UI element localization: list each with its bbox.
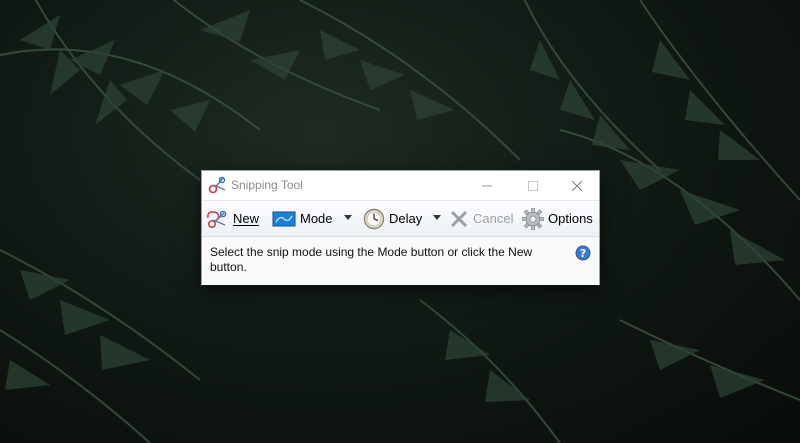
mode-rectangle-icon bbox=[272, 211, 296, 226]
instruction-text: Select the snip mode using the Mode butt… bbox=[210, 245, 533, 274]
desktop-wallpaper: Snipping Tool New Mode Delay Cancel Opti… bbox=[0, 0, 800, 443]
new-snip-scissors-icon bbox=[207, 210, 227, 228]
window-title: Snipping Tool bbox=[231, 178, 303, 192]
delay-button[interactable]: Delay bbox=[363, 201, 422, 236]
new-button-label: New bbox=[233, 211, 260, 226]
scissors-icon bbox=[208, 176, 226, 194]
close-icon bbox=[572, 180, 582, 191]
close-button[interactable] bbox=[554, 171, 600, 200]
mode-dropdown-arrow-icon[interactable] bbox=[344, 215, 352, 221]
mode-button-label: Mode bbox=[300, 211, 333, 226]
clock-icon bbox=[363, 208, 385, 229]
gear-icon bbox=[522, 207, 544, 230]
options-button-label: Options bbox=[548, 211, 593, 226]
cancel-button[interactable]: Cancel bbox=[449, 201, 513, 236]
maximize-button[interactable] bbox=[510, 171, 556, 200]
svg-text:?: ? bbox=[580, 247, 586, 260]
snipping-tool-window: Snipping Tool New Mode Delay Cancel Opti… bbox=[201, 170, 600, 285]
cancel-x-icon bbox=[450, 210, 468, 227]
maximize-icon bbox=[528, 180, 538, 191]
mode-button[interactable]: Mode bbox=[272, 201, 333, 236]
toolbar: New Mode Delay Cancel Options bbox=[202, 200, 599, 237]
delay-button-label: Delay bbox=[389, 211, 423, 226]
delay-dropdown-arrow-icon[interactable] bbox=[433, 215, 441, 221]
options-button[interactable]: Options bbox=[522, 201, 593, 236]
cancel-button-label: Cancel bbox=[473, 211, 514, 226]
minimize-icon bbox=[482, 185, 492, 186]
title-bar[interactable]: Snipping Tool bbox=[202, 171, 599, 200]
new-button[interactable]: New bbox=[205, 201, 259, 236]
minimize-button[interactable] bbox=[464, 171, 510, 200]
help-question-icon[interactable]: ? bbox=[575, 245, 591, 261]
status-message-area: Select the snip mode using the Mode butt… bbox=[202, 237, 599, 285]
